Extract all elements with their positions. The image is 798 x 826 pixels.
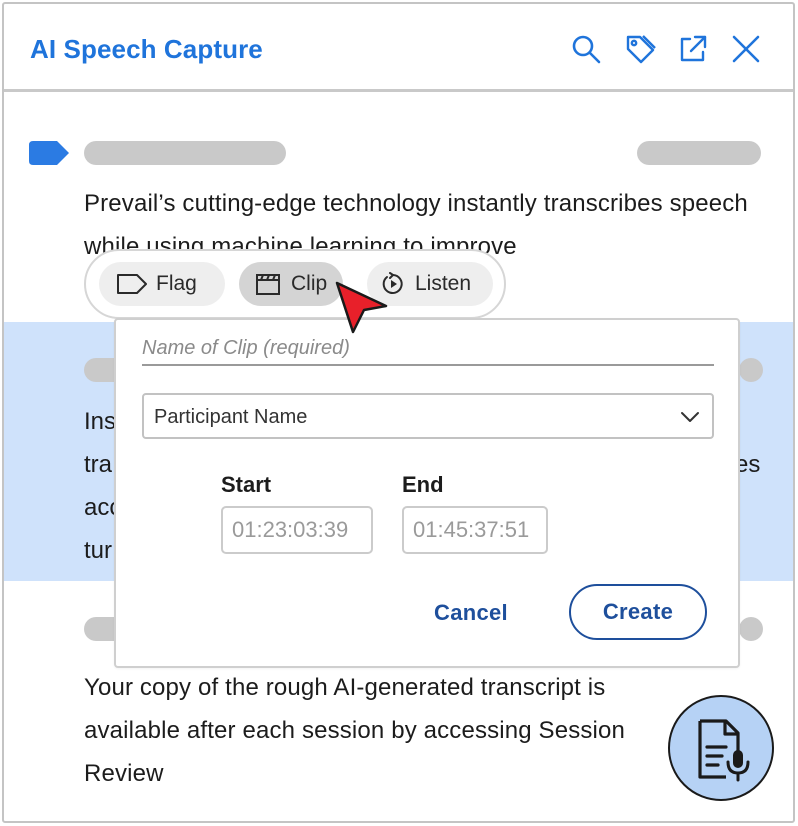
- chevron-down-icon: [681, 412, 699, 422]
- start-time-input[interactable]: [221, 506, 373, 554]
- pointer-cursor-icon: [335, 281, 388, 334]
- clip-label: Clip: [291, 272, 328, 295]
- listen-label: Listen: [415, 272, 472, 295]
- speaker-tag-icon: [29, 141, 69, 165]
- timestamp-placeholder: [739, 617, 763, 641]
- flag-icon: [117, 274, 147, 294]
- create-clip-panel: Participant Name Start End Cancel Create: [114, 318, 740, 668]
- end-time-input[interactable]: [402, 506, 548, 554]
- participant-select[interactable]: Participant Name: [142, 393, 714, 439]
- speaker-name-placeholder: [84, 141, 286, 165]
- timestamp-placeholder: [739, 358, 763, 382]
- segment-action-toolbar: Flag Clip Listen: [84, 249, 506, 319]
- start-label: Start: [221, 472, 272, 497]
- clip-name-input[interactable]: [142, 332, 714, 366]
- app-title: AI Speech Capture: [30, 34, 263, 64]
- search-icon[interactable]: [569, 32, 603, 66]
- external-link-icon[interactable]: [676, 32, 710, 66]
- transcript-fragment: tra: [84, 451, 113, 478]
- end-label: End: [402, 472, 444, 497]
- transcript-fragment: Ins: [84, 408, 117, 435]
- participant-selected-value: Participant Name: [154, 406, 308, 428]
- flag-button[interactable]: Flag: [99, 262, 225, 306]
- transcript-paragraph: Your copy of the rough AI-generated tran…: [84, 674, 625, 787]
- header: AI Speech Capture: [4, 4, 793, 92]
- close-icon[interactable]: [729, 32, 763, 66]
- tag-icon[interactable]: [623, 32, 657, 66]
- cancel-button[interactable]: Cancel: [434, 600, 508, 626]
- timestamp-placeholder: [637, 141, 761, 165]
- create-button[interactable]: Create: [569, 584, 707, 640]
- clapperboard-icon: [256, 274, 280, 295]
- transcript-fab-button[interactable]: [668, 695, 774, 801]
- transcript-microphone-icon: [698, 719, 750, 782]
- flag-label: Flag: [156, 272, 197, 295]
- clip-button[interactable]: Clip: [239, 262, 343, 306]
- transcript-fragment: tur: [84, 537, 113, 564]
